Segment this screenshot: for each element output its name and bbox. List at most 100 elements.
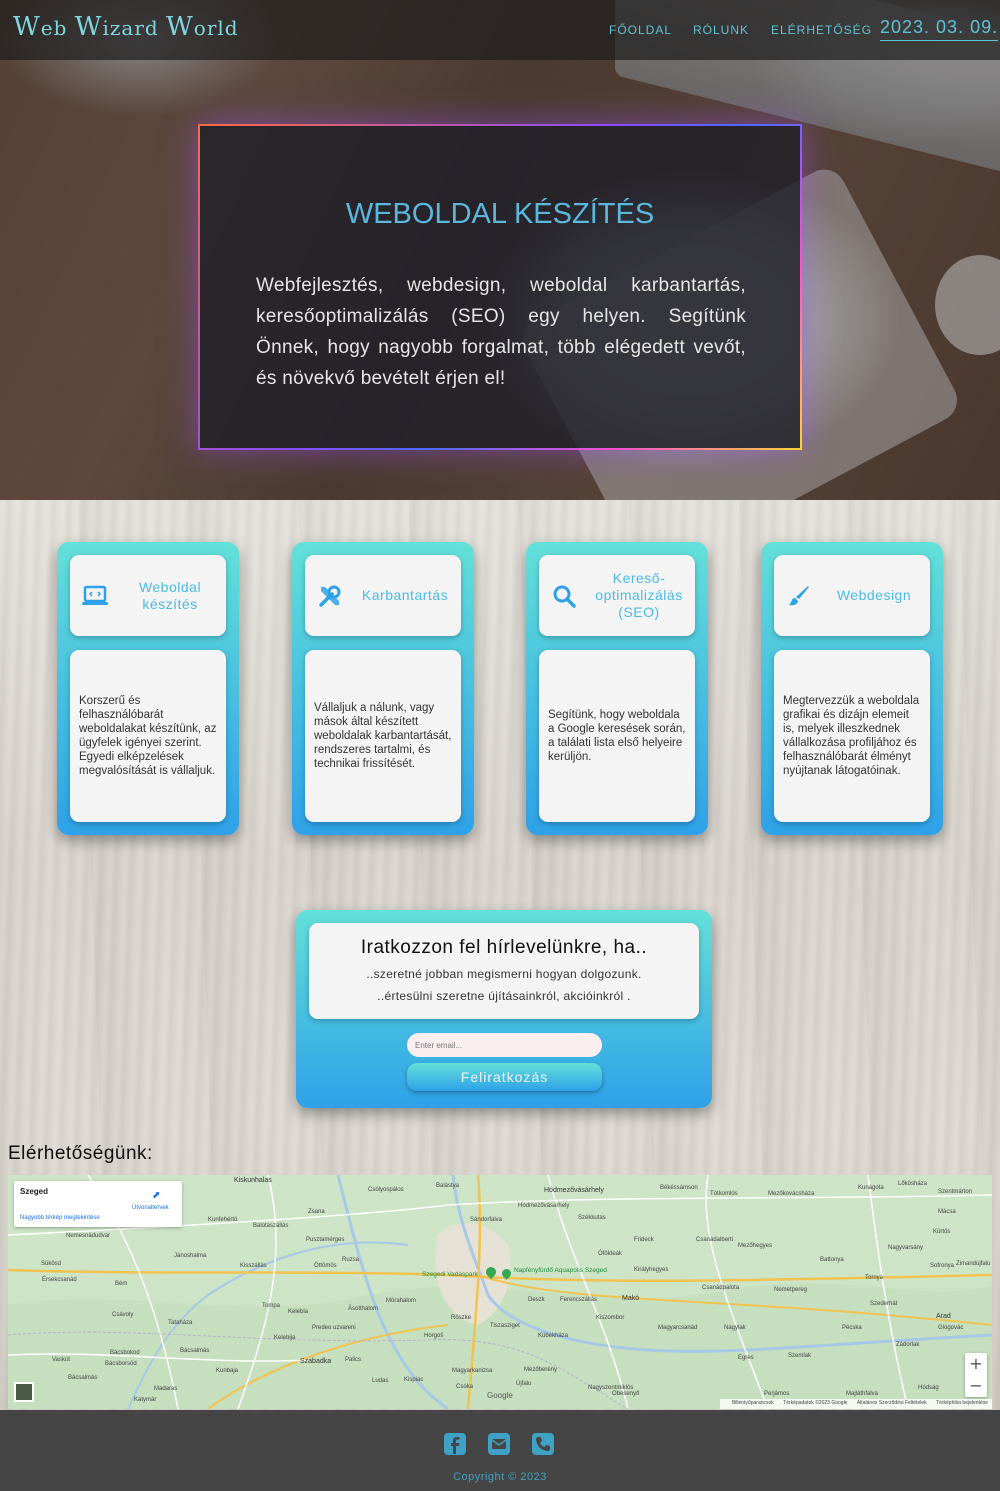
map-poi-spa[interactable]: Napfényfürdő Aquapolis Szeged <box>514 1267 607 1274</box>
service-card-header: Karbantartás <box>305 555 461 636</box>
map-label: Balotaszállás <box>253 1223 289 1229</box>
service-card-webdesign: Webdesign Megtervezzük a weboldala grafi… <box>761 542 943 835</box>
directions-icon[interactable]: ⬈ <box>152 1191 162 1201</box>
map-label: Királyhegyes <box>634 1267 669 1273</box>
zoom-in-button[interactable]: + <box>965 1353 987 1375</box>
map-label: Arad <box>936 1313 951 1320</box>
service-card-title: Webdesign <box>836 587 912 603</box>
map-label: Jánoshalma <box>174 1253 207 1259</box>
service-card-title: Karbantartás <box>361 587 449 603</box>
map-label: Perjámos <box>764 1391 790 1397</box>
map-label: Bácsalmás <box>180 1348 210 1354</box>
map-label: Madaras <box>154 1386 178 1392</box>
zoom-out-button[interactable]: − <box>965 1375 987 1397</box>
map-label: Vaskút <box>52 1357 70 1363</box>
map-label: Bácsborsód <box>105 1361 137 1367</box>
map-label: Sükösd <box>41 1261 62 1267</box>
map-label: Kelebia <box>288 1309 309 1315</box>
copyright-text: Copyright © 2023 <box>453 1471 547 1483</box>
map-embed[interactable]: Kiskunhalas Csólyospálos Balástya Hódmez… <box>8 1175 992 1409</box>
search-icon <box>539 571 589 621</box>
map-label: Székkutas <box>578 1215 606 1221</box>
terms-link[interactable]: Általános Szerződési Feltételek <box>857 1400 927 1406</box>
map-label: Balástya <box>436 1183 460 1189</box>
logo-letter: W <box>13 12 41 42</box>
site-logo[interactable]: Web Wizard World <box>13 12 239 42</box>
map-label: Csólyospálos <box>368 1187 404 1193</box>
map-label: Érsekcsanád <box>42 1277 77 1283</box>
service-card-body: Vállaljuk a nálunk, vagy mások által kés… <box>305 650 461 822</box>
map-label: Hódság <box>918 1385 939 1391</box>
map-place-name: Szeged <box>20 1187 49 1196</box>
navbar: Web Wizard World FŐOLDAL RÓLUNK ELÉRHETŐ… <box>0 0 1000 60</box>
paint-brush-icon <box>774 571 824 621</box>
map-label: Kübekháza <box>538 1333 569 1339</box>
map-label: Kisszállás <box>240 1263 267 1269</box>
map-label: Ásotthalom <box>348 1306 379 1312</box>
map-label: Szabadka <box>300 1358 332 1365</box>
map-label: Battonya <box>820 1257 844 1263</box>
phone-icon[interactable] <box>531 1432 557 1458</box>
map-label: Békéssámson <box>660 1185 698 1191</box>
nav-link-home[interactable]: FŐOLDAL <box>609 23 672 37</box>
tools-icon <box>305 571 355 621</box>
report-error-link[interactable]: Térképhiba bejelentése <box>936 1400 988 1406</box>
map-poi-zoo[interactable]: Szegedi Vadaspark <box>422 1271 478 1278</box>
map-label: Lőkösháza <box>898 1181 928 1187</box>
map-label: Csanádalberti <box>696 1237 734 1243</box>
map-label: Zsana <box>308 1209 325 1215</box>
map-label: Csóka <box>456 1384 474 1390</box>
map-label: Szederhát <box>870 1301 898 1307</box>
service-card-maintenance: Karbantartás Vállaljuk a nálunk, vagy má… <box>292 542 474 835</box>
keyboard-shortcuts-link[interactable]: Billentyűparancsok <box>732 1400 774 1406</box>
map-label: Bém <box>115 1281 128 1287</box>
service-card-header: Kereső-optimalizálás (SEO) <box>539 555 695 636</box>
map-label: Sofronya <box>930 1263 955 1269</box>
map-info-card: Szeged ⬈ Útvonaltervek Nagyobb térkép me… <box>14 1181 182 1227</box>
map-label: Makó <box>622 1295 640 1302</box>
directions-link[interactable]: Útvonaltervek <box>132 1205 169 1211</box>
service-card-seo: Kereső-optimalizálás (SEO) Segítünk, hog… <box>526 542 708 835</box>
map-label: Tornya <box>865 1275 884 1281</box>
subscribe-button[interactable]: Feliratkozás <box>407 1063 602 1091</box>
map-label: Kunbaja <box>216 1368 239 1374</box>
envelope-icon[interactable] <box>487 1432 513 1458</box>
map-label: Palics <box>345 1357 362 1363</box>
map-label: Mórahalom <box>386 1298 417 1304</box>
map-label: Nagyvarsány <box>888 1245 924 1251</box>
service-card-web: Weboldal készítés Korszerű és felhasznál… <box>57 542 239 835</box>
logo-text: izard <box>102 16 167 40</box>
service-card-header: Webdesign <box>774 555 930 636</box>
nav-link-about[interactable]: RÓLUNK <box>693 23 749 37</box>
map-label: Szentmárton <box>938 1189 973 1195</box>
service-card-body: Korszerű és felhasználóbarát weboldalaka… <box>70 650 226 822</box>
email-input[interactable] <box>407 1033 602 1057</box>
map-label: Kelebija <box>274 1335 296 1341</box>
service-card-text: Korszerű és felhasználóbarát weboldalaka… <box>79 695 217 777</box>
facebook-icon[interactable] <box>443 1432 469 1458</box>
hero-text: Webfejlesztés, webdesign, weboldal karba… <box>256 275 746 389</box>
map-label: Kiszombor <box>596 1315 625 1321</box>
service-card-title: Weboldal készítés <box>138 578 202 612</box>
hero-title: WEBOLDAL KÉSZÍTÉS <box>345 198 655 230</box>
map-label: Majláthfalva <box>846 1391 879 1397</box>
service-card-text: Megtervezzük a weboldala grafikai és diz… <box>783 695 920 777</box>
map-label: Ferencszállás <box>560 1297 598 1303</box>
map-label: Kiskunhalas <box>234 1177 272 1184</box>
map-label: Öttömös <box>314 1263 337 1269</box>
logo-letter: W <box>74 12 103 42</box>
map-label: Ludas <box>372 1378 389 1384</box>
google-logo: Google <box>487 1391 513 1400</box>
map-label: Katymár <box>134 1397 157 1403</box>
map-satellite-toggle[interactable] <box>14 1382 34 1402</box>
map-label: Kispiac <box>404 1377 424 1383</box>
bigger-map-link[interactable]: Nagyobb térkép megtekintése <box>20 1215 100 1221</box>
map-label: Nagylak <box>724 1325 746 1331</box>
logo-text: orld <box>193 16 239 40</box>
service-card-body: Segítünk, hogy weboldala a Google keresé… <box>539 650 695 822</box>
map-label: Mácsa <box>938 1209 956 1215</box>
map-label: Kunfehértó <box>208 1217 238 1223</box>
map-label: Újfalu <box>516 1381 532 1387</box>
nav-link-contact[interactable]: ELÉRHETŐSÉG <box>771 23 872 37</box>
map-label: Mezőkovácsháza <box>768 1191 815 1197</box>
